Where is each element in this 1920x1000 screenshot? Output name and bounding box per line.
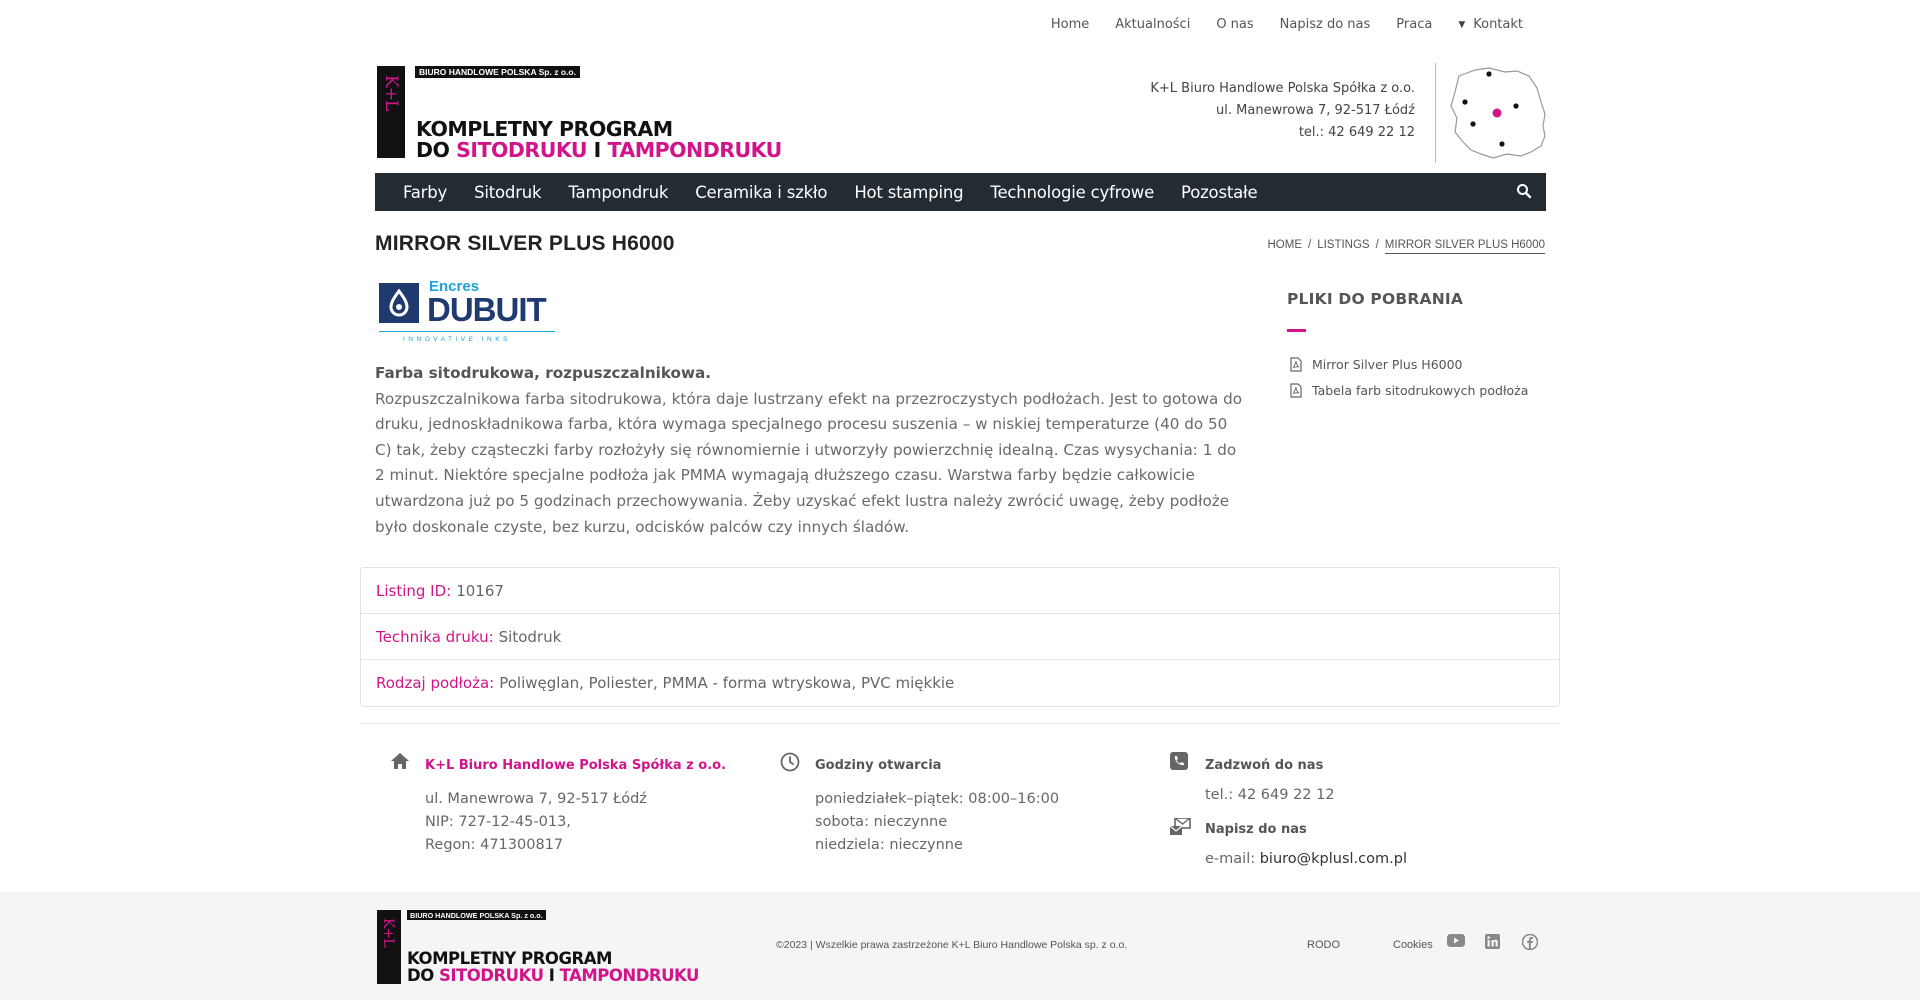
nav-sitodruk[interactable]: Sitodruk	[474, 183, 541, 202]
nav-farby[interactable]: Farby	[403, 183, 447, 202]
hours-lines: poniedziałek–piątek: 08:00–16:00 sobota:…	[815, 788, 1059, 857]
chevron-down-icon: ▼	[1458, 19, 1466, 30]
topnav-napisz[interactable]: Napisz do nas	[1280, 17, 1371, 32]
description-body: Rozpuszczalnikowa farba sitodrukowa, któ…	[375, 389, 1243, 536]
nav-hot-stamping[interactable]: Hot stamping	[854, 183, 963, 202]
search-icon[interactable]	[1516, 183, 1532, 199]
company-lines: ul. Manewrowa 7, 92-517 Łódź NIP: 727-12…	[425, 788, 647, 857]
detail-row-technika: Technika druku: Sitodruk	[361, 614, 1559, 660]
company-street: ul. Manewrowa 7, 92-517 Łódź	[425, 791, 647, 807]
detail-value: Sitodruk	[498, 627, 562, 646]
footer-copyright: ©2023 | Wszelkie prawa zastrzeżone K+L B…	[776, 939, 1128, 951]
header-divider	[1435, 63, 1436, 163]
download-link[interactable]: Tabela farb sitodrukowych podłoża	[1312, 383, 1528, 398]
brand-tagline: INNOVATIVE INKS	[403, 336, 511, 343]
mail-line: e-mail: biuro@kplusl.com.pl	[1205, 848, 1407, 871]
pdf-file-icon	[1290, 382, 1302, 398]
topnav-o-nas[interactable]: O nas	[1216, 17, 1253, 32]
nav-pozostale[interactable]: Pozostałe	[1181, 183, 1258, 202]
header-phone: tel.: 42 649 22 12	[1298, 125, 1415, 140]
logo-band: BIURO HANDLOWE POLSKA Sp. z o.o.	[415, 66, 580, 78]
logo-line2: DO SITODRUKU I TAMPONDRUKU	[416, 137, 782, 162]
topnav-praca[interactable]: Praca	[1396, 17, 1432, 32]
company-heading: K+L Biuro Handlowe Polska Spółka z o.o.	[425, 758, 727, 773]
topnav-kontakt[interactable]: ▼ Kontakt	[1458, 17, 1523, 32]
topnav-aktualnosci[interactable]: Aktualności	[1115, 17, 1190, 32]
header-street: ul. Manewrowa 7, 92-517 Łódź	[1216, 103, 1415, 118]
breadcrumb-home[interactable]: HOME	[1267, 239, 1302, 254]
download-item[interactable]: Tabela farb sitodrukowych podłoża	[1290, 377, 1528, 403]
footer-logo-band: BIURO HANDLOWE POLSKA Sp. z o.o.	[407, 910, 546, 920]
footer-logo-text: KOMPLETNY PROGRAM DO SITODRUKU I TAMPOND…	[407, 950, 699, 985]
breadcrumb-current: MIRROR SILVER PLUS H6000	[1384, 239, 1545, 254]
detail-row-listing-id: Listing ID: 10167	[361, 568, 1559, 614]
hours-heading: Godziny otwarcia	[815, 758, 942, 773]
section-divider	[360, 723, 1560, 724]
company-regon: Regon: 471300817	[425, 837, 564, 853]
facebook-icon[interactable]	[1522, 934, 1538, 950]
clock-icon	[780, 752, 800, 772]
footer-cookies-link[interactable]: Cookies	[1393, 939, 1433, 951]
phone-icon	[1170, 752, 1188, 770]
footer-logo-line2: DO SITODRUKU I TAMPONDRUKU	[407, 965, 699, 985]
detail-label: Listing ID:	[376, 581, 452, 600]
linkedin-icon[interactable]	[1485, 934, 1500, 949]
nav-tampondruk[interactable]: Tampondruk	[568, 183, 668, 202]
description-lead: Farba sitodrukowa, rozpuszczalnikowa.	[375, 364, 712, 382]
logo-text: KOMPLETNY PROGRAM DO SITODRUKU I TAMPOND…	[416, 119, 782, 161]
hours-saturday: sobota: nieczynne	[815, 814, 948, 830]
brand-rule	[379, 331, 555, 332]
breadcrumb-listings[interactable]: LISTINGS	[1317, 239, 1369, 254]
pdf-file-icon	[1290, 356, 1302, 372]
call-line: tel.: 42 649 22 12	[1205, 787, 1335, 803]
hours-weekdays: poniedziałek–piątek: 08:00–16:00	[815, 791, 1060, 807]
nav-ceramika[interactable]: Ceramika i szkło	[695, 183, 827, 202]
logo-line1: KOMPLETNY PROGRAM	[416, 117, 673, 141]
brand-name: DUBUIT	[427, 291, 547, 328]
detail-label: Rodzaj podłoża:	[376, 674, 495, 692]
hours-sunday: niedziela: nieczynne	[815, 837, 963, 853]
breadcrumb: HOME / LISTINGS / MIRROR SILVER PLUS H60…	[1267, 239, 1545, 254]
downloads-title: PLIKI DO POBRANIA	[1287, 290, 1464, 308]
detail-value: Poliwęglan, Poliester, PMMA - forma wtry…	[499, 674, 955, 692]
breadcrumb-sep: /	[1307, 239, 1312, 251]
header-company: K+L Biuro Handlowe Polska Spółka z o.o.	[1150, 81, 1415, 96]
nav-technologie-cyfrowe[interactable]: Technologie cyfrowe	[990, 183, 1154, 202]
topnav-kontakt-label: Kontakt	[1473, 17, 1523, 32]
product-description: Farba sitodrukowa, rozpuszczalnikowa. Ro…	[375, 361, 1245, 540]
logo-letters: K+L	[381, 75, 401, 111]
header-address: K+L Biuro Handlowe Polska Spółka z o.o. …	[1150, 78, 1415, 144]
download-link[interactable]: Mirror Silver Plus H6000	[1312, 357, 1463, 372]
company-nip: NIP: 727-12-45-013,	[425, 814, 571, 830]
detail-label: Technika druku:	[376, 627, 494, 646]
breadcrumb-sep: /	[1375, 239, 1379, 251]
listing-details: Listing ID: 10167 Technika druku: Sitodr…	[360, 567, 1560, 707]
home-icon	[391, 753, 409, 769]
poland-map-icon	[1450, 67, 1546, 159]
youtube-icon[interactable]	[1447, 934, 1465, 948]
top-navigation: Home Aktualności O nas Napisz do nas Pra…	[1025, 17, 1523, 32]
logo-kl-mark: K+L	[377, 66, 405, 158]
mail-link[interactable]: biuro@kplusl.com.pl	[1260, 851, 1407, 867]
downloads-list: Mirror Silver Plus H6000 Tabela farb sit…	[1290, 351, 1528, 403]
downloads-accent-line	[1287, 329, 1306, 332]
detail-value: 10167	[456, 581, 504, 600]
download-item[interactable]: Mirror Silver Plus H6000	[1290, 351, 1528, 377]
dubuit-drop-icon	[379, 283, 419, 323]
brand-logo-dubuit: Encres DUBUIT INNOVATIVE INKS	[379, 278, 555, 347]
call-heading: Zadzwoń do nas	[1205, 758, 1324, 773]
mail-prefix: e-mail:	[1205, 851, 1260, 867]
mail-heading: Napisz do nas	[1205, 822, 1307, 837]
header-logo[interactable]: BIURO HANDLOWE POLSKA Sp. z o.o. K+L KOM…	[377, 66, 782, 162]
mail-icon	[1170, 818, 1191, 835]
topnav-home[interactable]: Home	[1051, 17, 1089, 32]
page-title: MIRROR SILVER PLUS H6000	[375, 232, 675, 255]
detail-row-podloze: Rodzaj podłoża: Poliwęglan, Poliester, P…	[361, 660, 1559, 706]
main-navigation: Farby Sitodruk Tampondruk Ceramika i szk…	[375, 173, 1546, 211]
footer-logo-kl-mark: K+L	[377, 910, 401, 984]
footer-logo-letters: K+L	[380, 918, 396, 947]
footer-logo[interactable]: BIURO HANDLOWE POLSKA Sp. z o.o. K+L KOM…	[377, 907, 699, 985]
footer-rodo-link[interactable]: RODO	[1307, 939, 1340, 951]
